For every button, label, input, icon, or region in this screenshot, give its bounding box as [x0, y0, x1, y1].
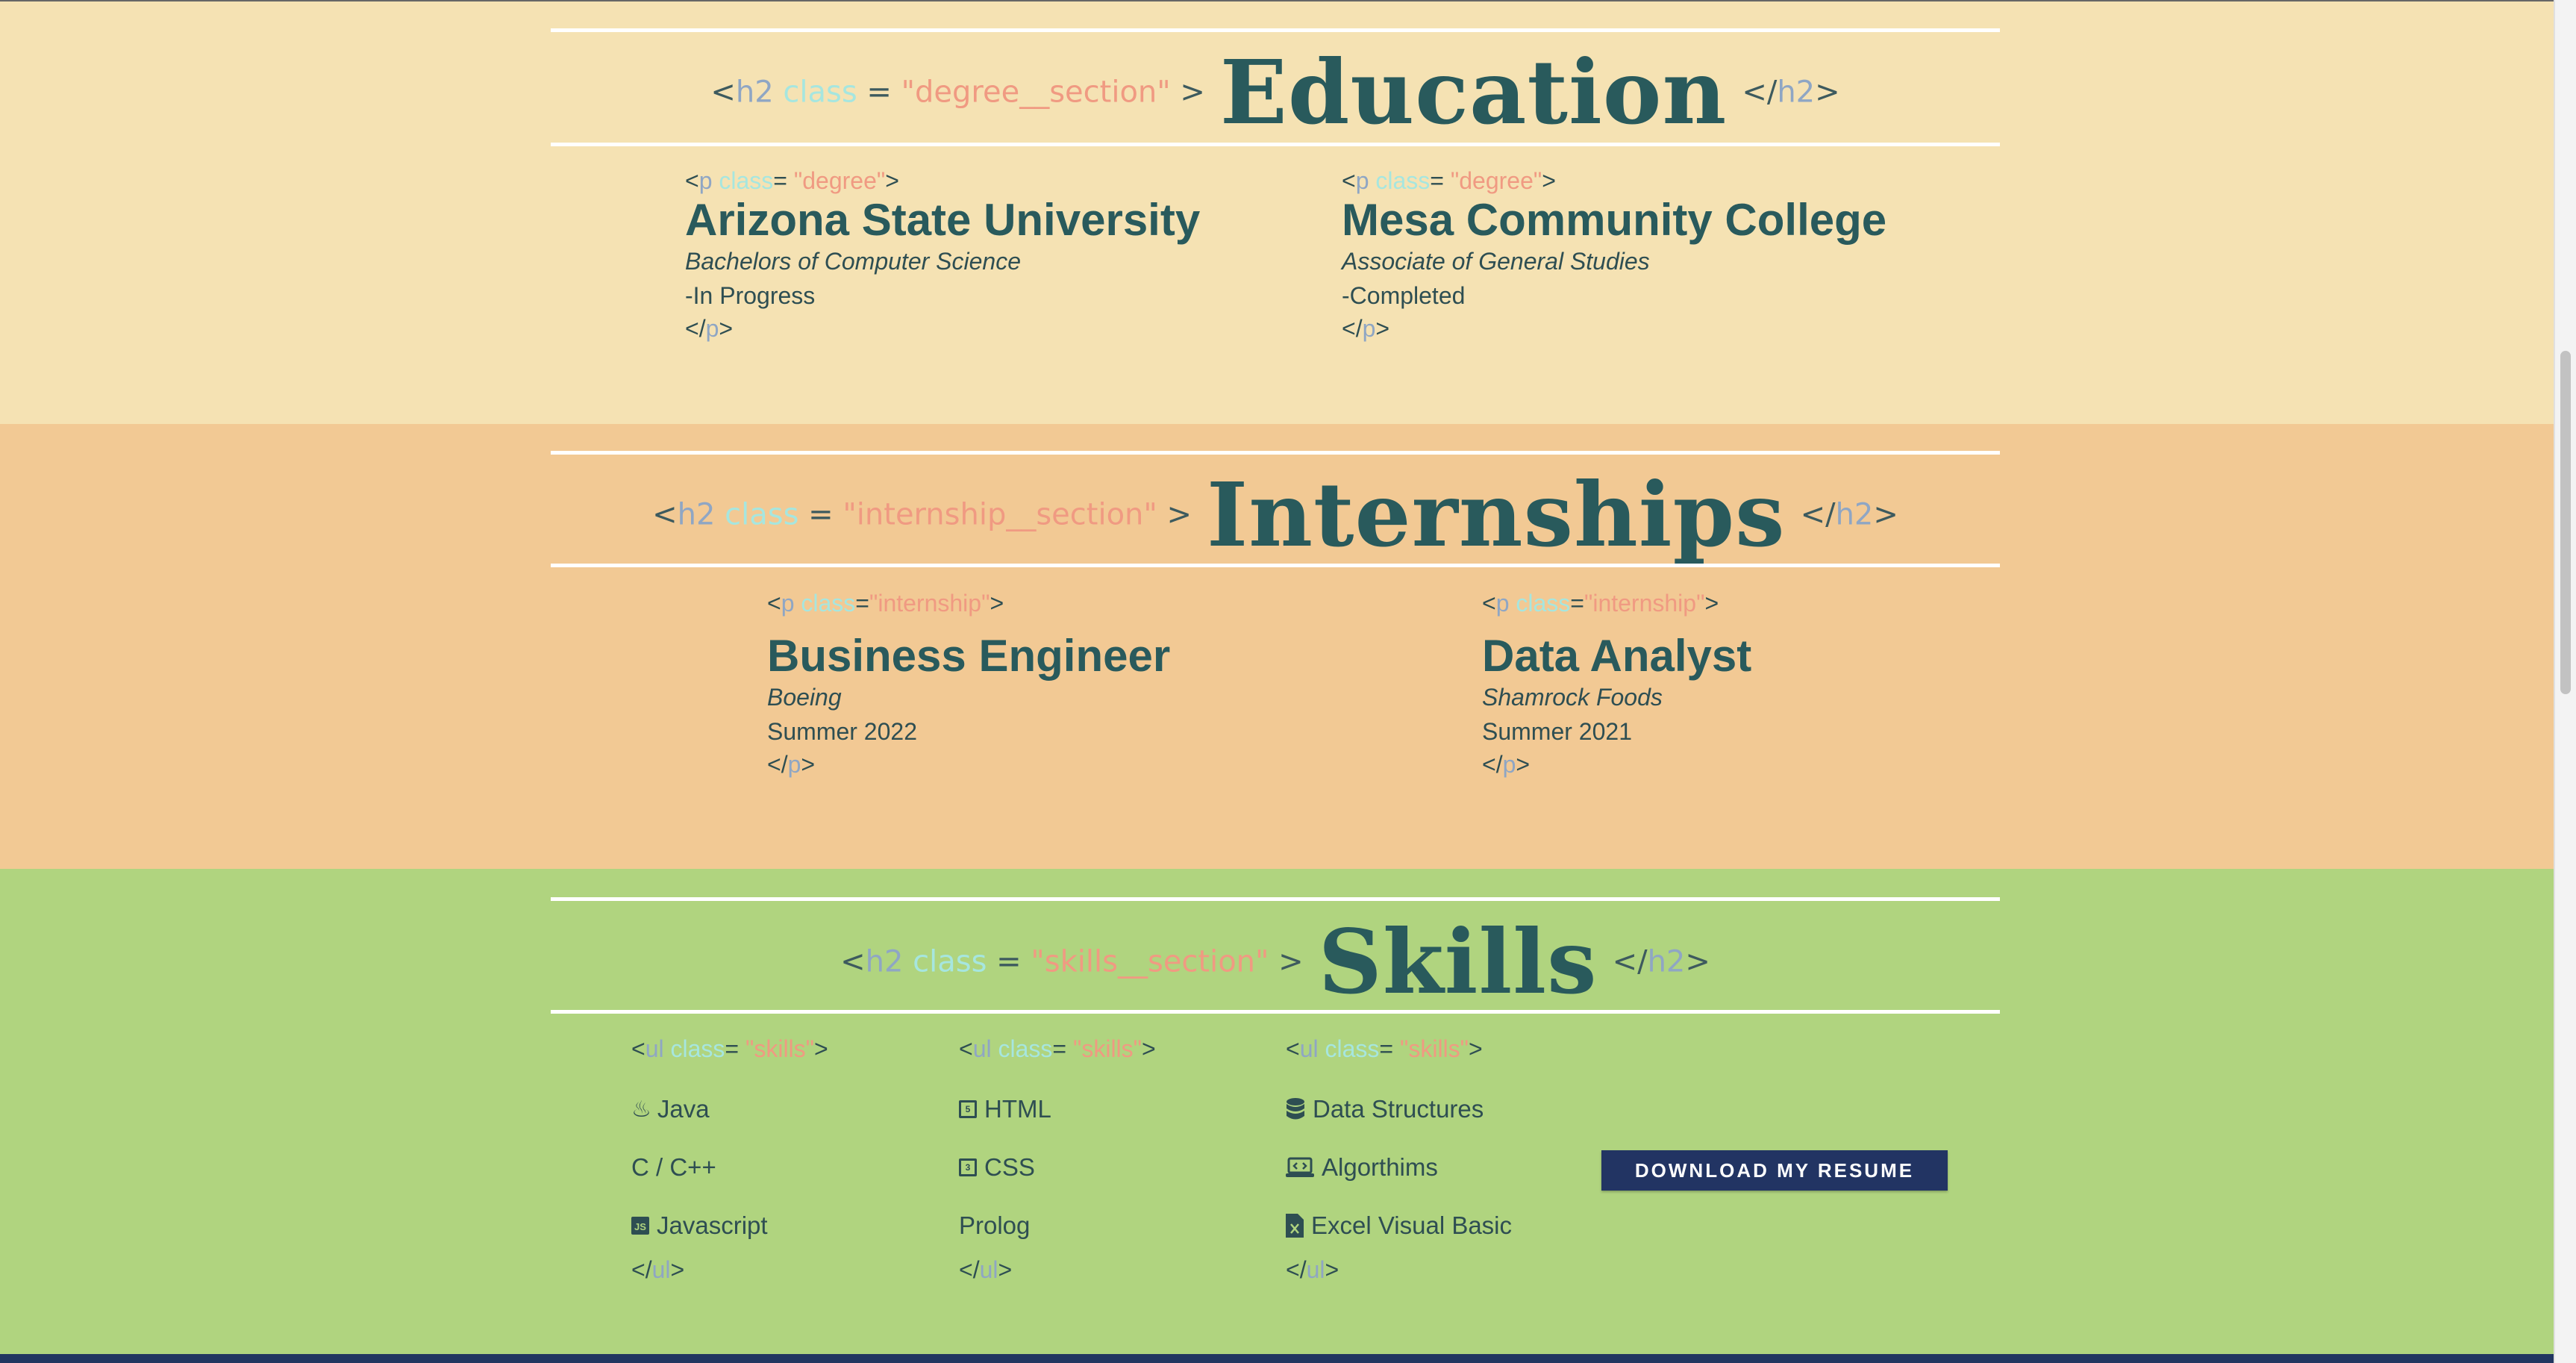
- skill-item: Algorthims: [1286, 1138, 1512, 1197]
- open-tag: <p class="internship">: [767, 590, 1004, 617]
- skill-item: ♨ Java: [631, 1095, 710, 1123]
- css3-icon: 3: [959, 1158, 977, 1176]
- section-heading: <h2 class = "degree__section" > Education…: [551, 40, 2000, 144]
- js-icon: JS: [631, 1217, 649, 1235]
- heading-close-tag: </h2>: [1800, 497, 1898, 532]
- download-resume-button[interactable]: DOWNLOAD MY RESUME: [1601, 1150, 1948, 1191]
- internships-section: <h2 class = "internship__section" > Inter…: [0, 424, 2554, 869]
- scrollbar-thumb[interactable]: [2560, 351, 2571, 694]
- degree-status: -In Progress: [685, 282, 816, 309]
- scrollbar[interactable]: [2554, 0, 2576, 1363]
- heading-open-tag: <h2 class = "skills__section" >: [840, 944, 1304, 979]
- job-title: Business Engineer: [767, 631, 1171, 681]
- section-title: Education: [1219, 40, 1728, 144]
- heading-open-tag: <h2 class = "degree__section" >: [710, 75, 1205, 110]
- degree-status: -Completed: [1342, 282, 1466, 309]
- internship-card: <p class="internship"> Business Engineer…: [767, 588, 1170, 779]
- company-name: Boeing: [767, 684, 842, 711]
- close-tag: </p>: [767, 751, 816, 778]
- excel-icon: [1286, 1214, 1304, 1238]
- divider-line: [551, 143, 2000, 146]
- laptop-code-icon: [1286, 1157, 1314, 1177]
- divider-line: [551, 564, 2000, 567]
- html5-icon: 5: [959, 1100, 977, 1118]
- close-tag: </ul>: [631, 1256, 685, 1283]
- skill-item: Data Structures: [1286, 1080, 1512, 1138]
- skill-item: Prolog: [959, 1211, 1031, 1239]
- skill-item: Excel Visual Basic: [1286, 1197, 1512, 1255]
- internship-date: Summer 2021: [1482, 718, 1632, 745]
- close-tag: </p>: [685, 315, 734, 342]
- divider-line: [551, 897, 2000, 901]
- close-tag: </p>: [1482, 751, 1531, 778]
- job-title: Data Analyst: [1482, 631, 1752, 681]
- footer-bar: [0, 1354, 2554, 1363]
- open-tag: <p class= "degree">: [685, 167, 899, 194]
- section-title: Skills: [1318, 910, 1598, 1014]
- java-icon: ♨: [631, 1097, 651, 1122]
- degree-name: Associate of General Studies: [1342, 248, 1650, 275]
- school-name: Arizona State University: [685, 195, 1201, 245]
- heading-close-tag: </h2>: [1612, 944, 1710, 979]
- heading-open-tag: <h2 class = "internship__section" >: [652, 497, 1192, 532]
- school-name: Mesa Community College: [1342, 195, 1887, 245]
- internship-date: Summer 2022: [767, 718, 917, 745]
- skill-item: JS Javascript: [631, 1197, 828, 1255]
- skill-item: C / C++: [631, 1153, 716, 1181]
- close-tag: </p>: [1342, 315, 1390, 342]
- section-title: Internships: [1207, 463, 1786, 567]
- skill-item: 5 HTML: [959, 1080, 1156, 1138]
- divider-line: [551, 1010, 2000, 1014]
- degree-name: Bachelors of Computer Science: [685, 248, 1021, 275]
- section-heading: <h2 class = "internship__section" > Inter…: [551, 463, 2000, 567]
- divider-line: [551, 451, 2000, 455]
- skill-item: 3 CSS: [959, 1138, 1156, 1197]
- skills-list: <ul class= "skills"> Data Structures Alg…: [1286, 1034, 1512, 1285]
- heading-close-tag: </h2>: [1742, 75, 1840, 110]
- skills-list: <ul class= "skills"> ♨ Java C / C++ JS Jav…: [631, 1034, 828, 1285]
- section-heading: <h2 class = "skills__section" > Skills </h…: [551, 910, 2000, 1014]
- education-section: <h2 class = "degree__section" > Education…: [0, 0, 2554, 424]
- open-tag: <p class="internship">: [1482, 590, 1719, 617]
- skills-section: <h2 class = "skills__section" > Skills </h…: [0, 869, 2554, 1354]
- internship-card: <p class="internship"> Data Analyst Sham…: [1482, 588, 1751, 779]
- open-tag: <ul class= "skills">: [1286, 1035, 1483, 1062]
- degree-card: <p class= "degree"> Arizona State Univer…: [685, 166, 1200, 343]
- database-icon: [1287, 1098, 1304, 1120]
- open-tag: <p class= "degree">: [1342, 167, 1556, 194]
- open-tag: <ul class= "skills">: [631, 1035, 828, 1062]
- page: <h2 class = "degree__section" > Education…: [0, 0, 2554, 1363]
- close-tag: </ul>: [959, 1256, 1013, 1283]
- divider-line: [551, 28, 2000, 32]
- skills-list: <ul class= "skills"> 5 HTML 3 CSS Prolog <…: [959, 1034, 1156, 1285]
- open-tag: <ul class= "skills">: [959, 1035, 1156, 1062]
- company-name: Shamrock Foods: [1482, 684, 1663, 711]
- degree-card: <p class= "degree"> Mesa Community Colle…: [1342, 166, 1886, 343]
- close-tag: </ul>: [1286, 1256, 1339, 1283]
